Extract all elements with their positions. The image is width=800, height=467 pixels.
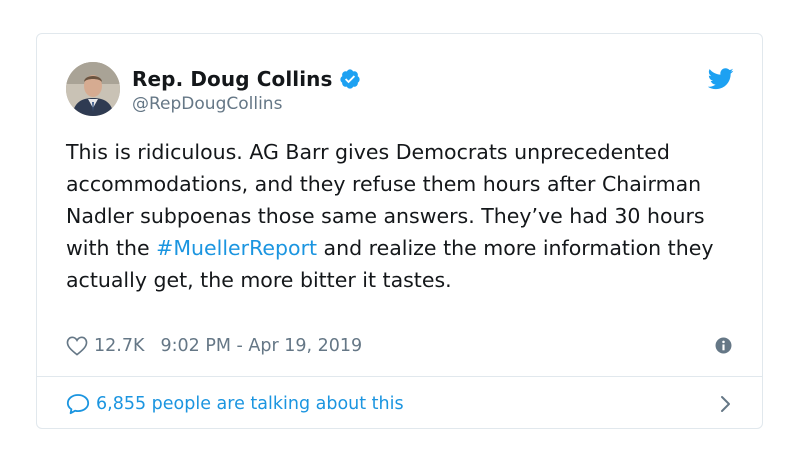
- author-names: Rep. Doug Collins @RepDougCollins: [132, 66, 361, 114]
- tweet-text: This is ridiculous. AG Barr gives Democr…: [66, 136, 746, 296]
- avatar-photo: [66, 62, 120, 116]
- tweet-meta: 12.7K 9:02 PM - Apr 19, 2019: [66, 332, 732, 360]
- tweet-timestamp[interactable]: 9:02 PM - Apr 19, 2019: [160, 336, 362, 356]
- author-handle[interactable]: @RepDougCollins: [132, 94, 361, 114]
- verified-badge-icon: [339, 69, 360, 89]
- name-row: Rep. Doug Collins: [132, 66, 361, 92]
- conversation-count-label: 6,855 people are talking about this: [96, 394, 404, 414]
- chevron-right-icon[interactable]: [718, 395, 732, 413]
- avatar[interactable]: [66, 62, 120, 116]
- like-count[interactable]: 12.7K: [94, 336, 144, 356]
- author-display-name[interactable]: Rep. Doug Collins: [132, 67, 333, 91]
- twitter-bird-icon[interactable]: [708, 68, 734, 90]
- tweet-card: Rep. Doug Collins @RepDougCollins This i…: [36, 33, 763, 429]
- conversation-link[interactable]: 6,855 people are talking about this: [66, 389, 732, 419]
- speech-bubble-icon: [66, 394, 90, 415]
- info-icon[interactable]: [715, 337, 732, 354]
- hashtag-link[interactable]: #MuellerReport: [156, 236, 317, 260]
- divider: [37, 376, 762, 377]
- heart-icon[interactable]: [66, 336, 88, 356]
- tweet-header: Rep. Doug Collins @RepDougCollins: [66, 62, 734, 118]
